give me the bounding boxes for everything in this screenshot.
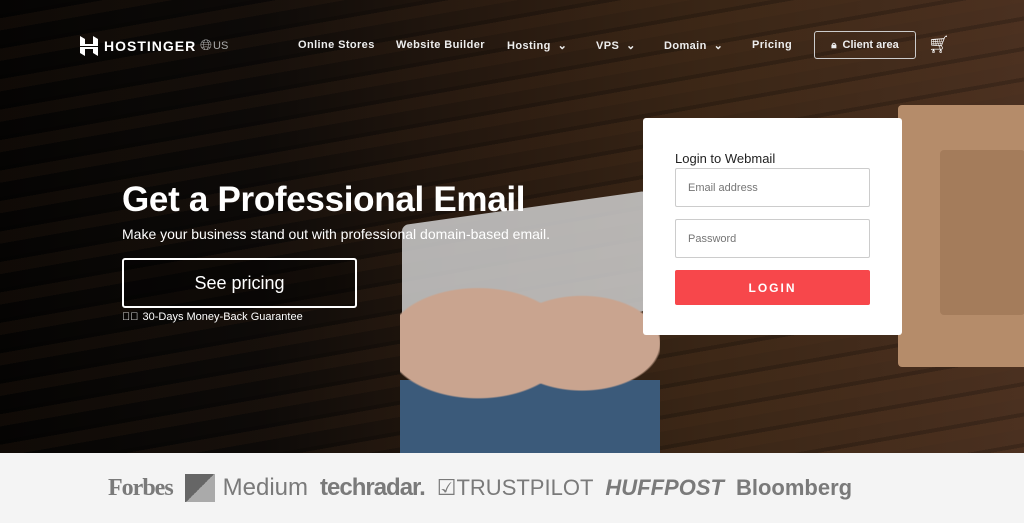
- top-nav: HOSTINGER 🌐︎ US Online Stores Website Bui…: [0, 0, 1024, 90]
- press-logos: Forbes Medium techradar. ☑︎TRUSTPILOT HU…: [0, 453, 1024, 523]
- nav-pricing[interactable]: Pricing: [752, 39, 792, 51]
- nav-label: Hosting: [507, 40, 551, 52]
- forbes-logo: Forbes: [108, 474, 174, 501]
- trustpilot-logo: ☑︎TRUSTPILOT: [437, 475, 594, 501]
- hostinger-logo-icon: [80, 36, 98, 56]
- bloomberg-logo: Bloomberg: [735, 475, 853, 500]
- see-pricing-button[interactable]: See pricing: [122, 258, 357, 308]
- nav-online-stores[interactable]: Online Stores: [298, 39, 375, 51]
- chevron-down-icon: ⌄: [710, 40, 724, 52]
- lock-icon: 🔒︎: [831, 39, 837, 51]
- trustpilot-text: TRUSTPILOT: [456, 475, 594, 500]
- nav-website-builder[interactable]: Website Builder: [396, 39, 485, 51]
- guarantee: ✓⃝ 30-Days Money-Back Guarantee: [122, 311, 303, 323]
- guarantee-text: 30-Days Money-Back Guarantee: [142, 311, 303, 323]
- nav-domain[interactable]: Domain ⌄: [664, 39, 723, 52]
- hands-image: [400, 270, 660, 453]
- webmail-login-card: Login to Webmail LOGIN: [643, 118, 902, 335]
- hero-subtitle: Make your business stand out with profes…: [122, 226, 551, 242]
- locale-selector[interactable]: 🌐︎ US: [200, 37, 228, 54]
- login-title: Login to Webmail: [675, 151, 776, 166]
- brand-name: HOSTINGER: [104, 38, 197, 54]
- medium-logo: Medium: [222, 474, 309, 501]
- login-button[interactable]: LOGIN: [675, 270, 870, 305]
- huffpost-logo: HUFFPOST: [605, 475, 724, 500]
- nav-label: Domain: [664, 40, 707, 52]
- nav-hosting[interactable]: Hosting ⌄: [507, 39, 567, 52]
- medium-logo-icon: [184, 474, 215, 502]
- notebook-image: [940, 150, 1024, 315]
- client-area-button[interactable]: 🔒︎ Client area: [814, 31, 916, 59]
- locale-label: US: [213, 39, 229, 52]
- cart-icon[interactable]: 🛒︎: [928, 35, 950, 55]
- logo[interactable]: HOSTINGER: [80, 36, 196, 56]
- password-field[interactable]: [675, 219, 870, 258]
- chevron-down-icon: ⌄: [622, 40, 636, 52]
- hero-title: Get a Professional Email: [122, 180, 526, 219]
- chevron-down-icon: ⌄: [554, 40, 568, 52]
- email-field[interactable]: [675, 168, 870, 207]
- techradar-logo: techradar.: [320, 474, 426, 501]
- client-area-label: Client area: [842, 39, 899, 51]
- globe-icon: 🌐︎: [200, 37, 213, 54]
- check-circle-icon: ✓⃝: [122, 311, 139, 323]
- nav-label: VPS: [596, 40, 620, 52]
- check-icon: ☑︎: [436, 475, 457, 500]
- nav-vps[interactable]: VPS ⌄: [596, 39, 636, 52]
